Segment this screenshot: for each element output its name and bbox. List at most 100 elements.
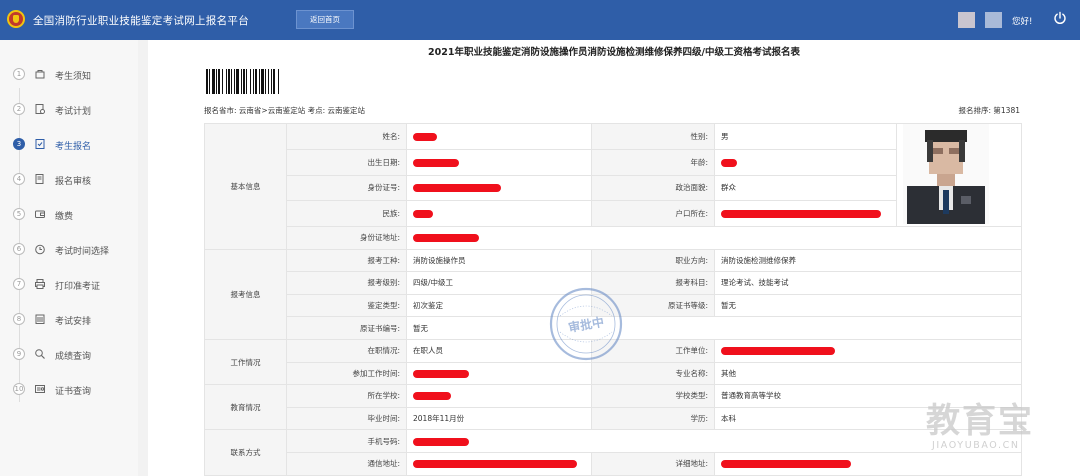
applicant-photo-cell bbox=[896, 123, 1022, 227]
group-exam-info: 报考信息 bbox=[204, 248, 287, 340]
barcode-bar bbox=[268, 69, 269, 94]
barcode-bar bbox=[216, 69, 217, 94]
label-original-level: 原证书等级: bbox=[591, 293, 715, 318]
label-school-type: 学校类型: bbox=[591, 384, 715, 408]
group-basic-info: 基本信息 bbox=[204, 123, 287, 250]
value-appraisal-type: 初次鉴定 bbox=[406, 293, 592, 318]
step-label: 考生报名 bbox=[55, 142, 92, 152]
barcode-bar bbox=[253, 69, 254, 94]
table-row: 联系方式 手机号码: bbox=[204, 429, 1022, 476]
barcode-bar bbox=[231, 69, 232, 94]
step-payment[interactable]: 5 缴费 bbox=[0, 202, 138, 228]
site-title: 全国消防行业职业技能鉴定考试网上报名平台 bbox=[33, 15, 249, 27]
search-icon bbox=[35, 349, 45, 359]
value-phone bbox=[406, 429, 1022, 453]
barcode-bar bbox=[218, 69, 220, 94]
barcode-bar bbox=[212, 69, 215, 94]
value-school-type: 普通教育高等学校 bbox=[714, 384, 1022, 408]
redaction-mark bbox=[413, 437, 469, 446]
registration-table: 基本信息 姓名: 性别: 男 出生日期: 年龄: 身份证号: 政治面貌: 群众 … bbox=[204, 123, 1022, 476]
step-label: 证书查询 bbox=[55, 387, 92, 397]
step-notice[interactable]: 1 考生须知 bbox=[0, 62, 138, 88]
label-employer: 工作单位: bbox=[591, 338, 715, 363]
label-age: 年龄: bbox=[591, 148, 715, 176]
label-job: 报考工种: bbox=[286, 248, 407, 273]
label-mail-address: 通信地址: bbox=[286, 451, 407, 476]
step-number: 4 bbox=[13, 173, 25, 185]
label-original-number: 原证书编号: bbox=[286, 316, 407, 340]
notice-icon bbox=[35, 70, 45, 79]
barcode-bar bbox=[271, 69, 272, 94]
table-row: 身份证地址: bbox=[205, 226, 1022, 250]
step-label: 报名审核 bbox=[55, 177, 92, 187]
barcode-bar bbox=[209, 69, 210, 94]
back-home-button[interactable]: 返回首页 bbox=[296, 10, 354, 29]
label-employment-status: 在职情况: bbox=[286, 338, 407, 363]
barcode-bar bbox=[246, 69, 247, 94]
redaction-mark bbox=[721, 210, 881, 219]
step-number: 3 bbox=[13, 138, 25, 150]
barcode-bar bbox=[241, 69, 242, 94]
value-ethnic bbox=[406, 200, 592, 227]
step-label: 缴费 bbox=[55, 212, 74, 222]
step-number: 9 bbox=[13, 348, 25, 360]
label-id-number: 身份证号: bbox=[286, 174, 407, 202]
barcode-bar bbox=[226, 69, 227, 94]
step-certificate-query[interactable]: 10 证书查询 bbox=[0, 377, 138, 403]
applicant-photo bbox=[903, 124, 989, 224]
group-work-info: 工作情况 bbox=[204, 338, 287, 386]
power-icon[interactable] bbox=[1053, 11, 1067, 25]
value-politics: 群众 bbox=[714, 174, 897, 202]
step-number: 5 bbox=[13, 208, 25, 220]
registration-order: 报名排序: 第1381 bbox=[958, 106, 1021, 115]
user-avatar-secondary[interactable] bbox=[985, 12, 1002, 28]
step-label: 考试计划 bbox=[55, 107, 92, 117]
step-label: 考试安排 bbox=[55, 317, 92, 327]
table-row: 报考级别: 四级/中级工 报考科目: 理论考试、技能考试 bbox=[205, 271, 1022, 295]
step-sidebar: 1 考生须知 2 考试计划 3 考生报名 4 报名审核 5 缴费 6 考试时间选… bbox=[0, 40, 138, 476]
table-row: 通信地址: 详细地址: bbox=[205, 451, 1022, 476]
label-birth: 出生日期: bbox=[286, 148, 407, 176]
calendar-icon bbox=[35, 314, 45, 324]
label-direction: 职业方向: bbox=[591, 248, 715, 273]
barcode-bar bbox=[250, 69, 251, 94]
redaction-mark bbox=[413, 132, 437, 141]
value-name bbox=[406, 123, 592, 150]
label-detail-address: 详细地址: bbox=[591, 451, 715, 476]
label-education: 学历: bbox=[591, 406, 715, 431]
value-age bbox=[714, 148, 897, 176]
label-major: 专业名称: bbox=[591, 361, 715, 386]
redaction-mark bbox=[413, 184, 501, 193]
plan-icon bbox=[35, 104, 45, 114]
group-contact-info: 联系方式 bbox=[204, 429, 287, 476]
step-arrangement[interactable]: 8 考试安排 bbox=[0, 307, 138, 333]
redaction-mark bbox=[413, 210, 433, 219]
barcode-bar bbox=[236, 69, 239, 94]
value-direction: 消防设施检测维修保养 bbox=[714, 248, 1022, 273]
barcode-bar bbox=[278, 69, 279, 94]
value-original-level: 暂无 bbox=[714, 293, 1022, 318]
label-subjects: 报考科目: bbox=[591, 271, 715, 295]
value-mail-address bbox=[406, 451, 592, 476]
table-row: 工作情况 在职情况: 在职人员 工作单位: bbox=[204, 338, 1022, 386]
step-plan[interactable]: 2 考试计划 bbox=[0, 97, 138, 123]
label-school: 所在学校: bbox=[286, 384, 407, 408]
user-avatar[interactable] bbox=[958, 12, 975, 28]
step-signup[interactable]: 3 考生报名 bbox=[0, 132, 138, 158]
value-employment-status: 在职人员 bbox=[406, 338, 592, 363]
registration-location: 报名省市: 云南省>云南鉴定站 考点: 云南鉴定站 bbox=[204, 106, 365, 115]
group-education-info: 教育情况 bbox=[204, 384, 287, 431]
value-gender: 男 bbox=[714, 123, 897, 150]
table-row: 基本信息 姓名: 性别: 男 bbox=[204, 123, 1022, 250]
step-number: 6 bbox=[13, 243, 25, 255]
step-time-select[interactable]: 6 考试时间选择 bbox=[0, 237, 138, 263]
redaction-mark bbox=[721, 347, 835, 356]
step-review[interactable]: 4 报名审核 bbox=[0, 167, 138, 193]
certificate-icon bbox=[35, 385, 45, 393]
step-score-query[interactable]: 9 成绩查询 bbox=[0, 342, 138, 368]
barcode-bar bbox=[206, 69, 208, 94]
step-label: 成绩查询 bbox=[55, 352, 92, 362]
redaction-mark bbox=[413, 392, 451, 401]
step-print-ticket[interactable]: 7 打印准考证 bbox=[0, 272, 138, 298]
barcode-bar bbox=[243, 69, 245, 94]
